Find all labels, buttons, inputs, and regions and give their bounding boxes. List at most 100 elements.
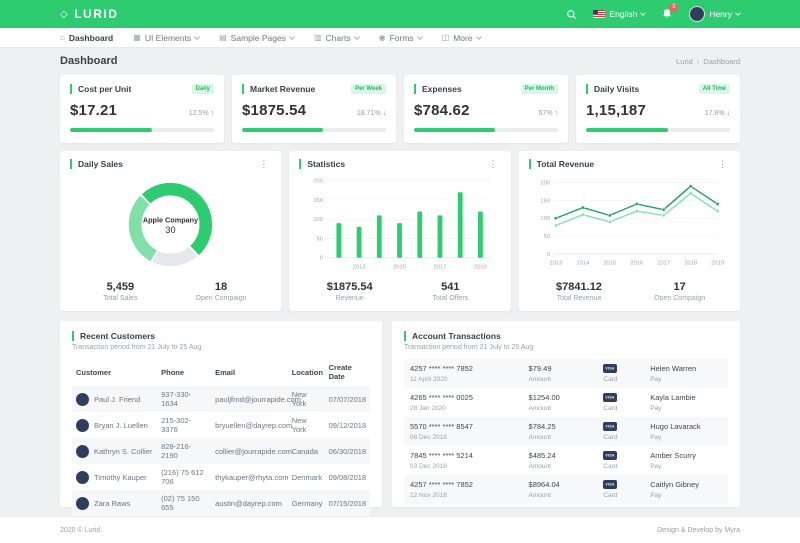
home-icon: ⌂	[60, 33, 65, 42]
stat-card-cost-per-unit: Cost per UnitDaily$17.2112.5% ↑	[60, 75, 224, 143]
stat-progress-fill	[586, 128, 668, 132]
customer-cell: Kathryn S. Collier	[76, 445, 153, 458]
svg-text:2013: 2013	[550, 260, 563, 266]
customer-name: Bryan J. Luellen	[94, 421, 148, 430]
stat-progress-bar	[414, 128, 558, 132]
chevron-down-icon	[289, 34, 295, 40]
nav-item-label: Forms	[390, 33, 414, 43]
table-row: Bryan J. Luellen 215-302-3376bryuellen@da…	[72, 412, 370, 438]
customer-phone: (02) 75 150 655	[157, 490, 211, 516]
chart-stat-value: 5,459	[70, 281, 171, 293]
stat-card-daily-visits: Daily VisitsAll Time1,15,18717.8% ↓	[576, 75, 740, 143]
transaction-pay-label: Pay	[650, 376, 722, 383]
chevron-down-icon	[354, 34, 360, 40]
chart-icon: ▥	[314, 33, 322, 42]
customer-email: bryuellen@dayrep.com	[211, 412, 288, 438]
stat-progress-fill	[242, 128, 323, 132]
transactions-subtitle: Transaction period from 21 July to 25 Au…	[404, 344, 728, 351]
svg-text:100: 100	[541, 216, 551, 222]
total-revenue-line-chart: 0501001502002013201420152016201720182019	[530, 173, 728, 277]
stat-change: 17.8% ↓	[705, 110, 730, 117]
chart-card-total-revenue: Total Revenue⋮05010015020020132014201520…	[519, 151, 740, 311]
nav-item-ui-elements[interactable]: ▦ UI Elements	[133, 33, 199, 43]
svg-text:Apple Company: Apple Company	[143, 216, 198, 225]
transaction-date: 08 Dec 2018	[410, 434, 529, 441]
customer-email: pauljfrnd@jourrapide.com	[211, 386, 288, 412]
chart-stat-label: Total Revenue	[529, 295, 630, 302]
arrow-down-icon: ↓	[383, 110, 387, 117]
chart-stat-value: 541	[400, 281, 501, 293]
nav-item-label: UI Elements	[145, 33, 191, 43]
chart-body: 0501001502002013201520172019	[299, 170, 500, 279]
customer-cell: Paul J. Friend	[76, 393, 153, 406]
app-logo[interactable]: ◇ LURID	[60, 7, 118, 21]
visa-card-icon: VISA	[603, 364, 617, 373]
stat-period-badge: Daily	[192, 84, 214, 94]
kebab-menu-icon[interactable]: ⋮	[256, 159, 271, 170]
app-logo-text: LURID	[74, 7, 118, 21]
grid-icon: ▦	[133, 33, 141, 42]
transaction-card-number: 4257 **** **** 7852	[410, 480, 529, 489]
arrow-up-icon: ↑	[555, 110, 559, 117]
column-header-customer: Customer	[72, 359, 157, 386]
nav-item-more[interactable]: ◫More	[442, 33, 481, 43]
table-row: Zara Raws (02) 75 150 655austin@dayrep.co…	[72, 490, 370, 516]
nav-item-charts[interactable]: ▥Charts	[314, 33, 359, 43]
customer-avatar	[76, 471, 89, 484]
column-header-email: Email	[211, 359, 288, 386]
language-selector[interactable]: English	[593, 9, 645, 19]
kebab-menu-icon[interactable]: ⋮	[486, 159, 501, 170]
user-menu[interactable]: Henry	[689, 6, 740, 22]
more-icon: ◫	[442, 33, 450, 42]
stat-progress-bar	[586, 128, 730, 132]
stat-progress-fill	[414, 128, 495, 132]
chart-title: Daily Sales	[70, 159, 123, 169]
stat-change: 12.5% ↑	[189, 110, 214, 117]
account-transactions-card: Account Transactions Transaction period …	[392, 321, 740, 507]
user-avatar	[689, 6, 705, 22]
stat-progress-bar	[70, 128, 214, 132]
nav-item-dashboard[interactable]: ⌂ Dashboard	[60, 33, 113, 43]
nav-item-forms[interactable]: ◉Forms	[379, 33, 422, 43]
customer-create-date: 09/08/2018	[325, 464, 370, 490]
customer-name: Zara Raws	[94, 499, 130, 508]
svg-text:150: 150	[541, 198, 551, 204]
chart-card-statistics: Statistics⋮0501001502002013201520172019$…	[289, 151, 510, 311]
nav-item-sample-pages[interactable]: ▤ Sample Pages	[219, 33, 294, 43]
transaction-row: 7845 **** **** 521403 Dec 2018$485.24Amo…	[404, 446, 728, 475]
transaction-date: 12 Nov 2018	[410, 492, 529, 499]
notifications-button[interactable]: 3	[661, 8, 673, 20]
pages-icon: ▤	[219, 33, 227, 42]
transaction-amount-label: Amount	[529, 405, 604, 412]
customer-phone: 215-302-3376	[157, 412, 211, 438]
transaction-amount-label: Amount	[529, 463, 604, 470]
customer-phone: 828-216-2190	[157, 438, 211, 464]
customer-email: austin@dayrep.com	[211, 490, 288, 516]
kebab-menu-icon[interactable]: ⋮	[715, 159, 730, 170]
chart-stat-open-compaign: 17Open Compaign	[629, 281, 730, 302]
chart-stat-total-revenue: $7841.12Total Revenue	[529, 281, 630, 302]
nav-item-label: Sample Pages	[231, 33, 286, 43]
customer-avatar	[76, 393, 89, 406]
bar-2	[377, 215, 382, 257]
bar-0	[336, 223, 341, 258]
charts-row: Daily Sales⋮Apple Company305,459Total Sa…	[60, 151, 740, 311]
nav-item-label: Dashboard	[69, 33, 113, 43]
column-header-create-date: Create Date	[325, 359, 370, 386]
transaction-card-number: 5570 **** **** 8547	[410, 422, 529, 431]
column-header-phone: Phone	[157, 359, 211, 386]
stat-progress-bar	[242, 128, 386, 132]
transactions-title: Account Transactions	[404, 331, 728, 341]
stat-value: $784.62	[414, 102, 470, 119]
transaction-card-label: Card	[603, 405, 650, 412]
navbar: ⌂ Dashboard ▦ UI Elements ▤ Sample Pages ▥Char…	[0, 28, 800, 48]
main-content: Dashboard Lurid › Dashboard Cost per Uni…	[60, 55, 740, 507]
chart-stat-label: Open Compaign	[629, 295, 730, 302]
customer-cell: Timothy Kauper	[76, 471, 153, 484]
breadcrumb-root[interactable]: Lurid	[676, 57, 693, 66]
search-button[interactable]	[566, 9, 577, 20]
customers-table-body: Paul J. Friend937-330-1634pauljfrnd@jour…	[72, 386, 370, 516]
page-title: Dashboard	[60, 55, 117, 67]
transaction-amount: $485.24	[529, 451, 604, 460]
chart-title: Total Revenue	[529, 159, 594, 169]
